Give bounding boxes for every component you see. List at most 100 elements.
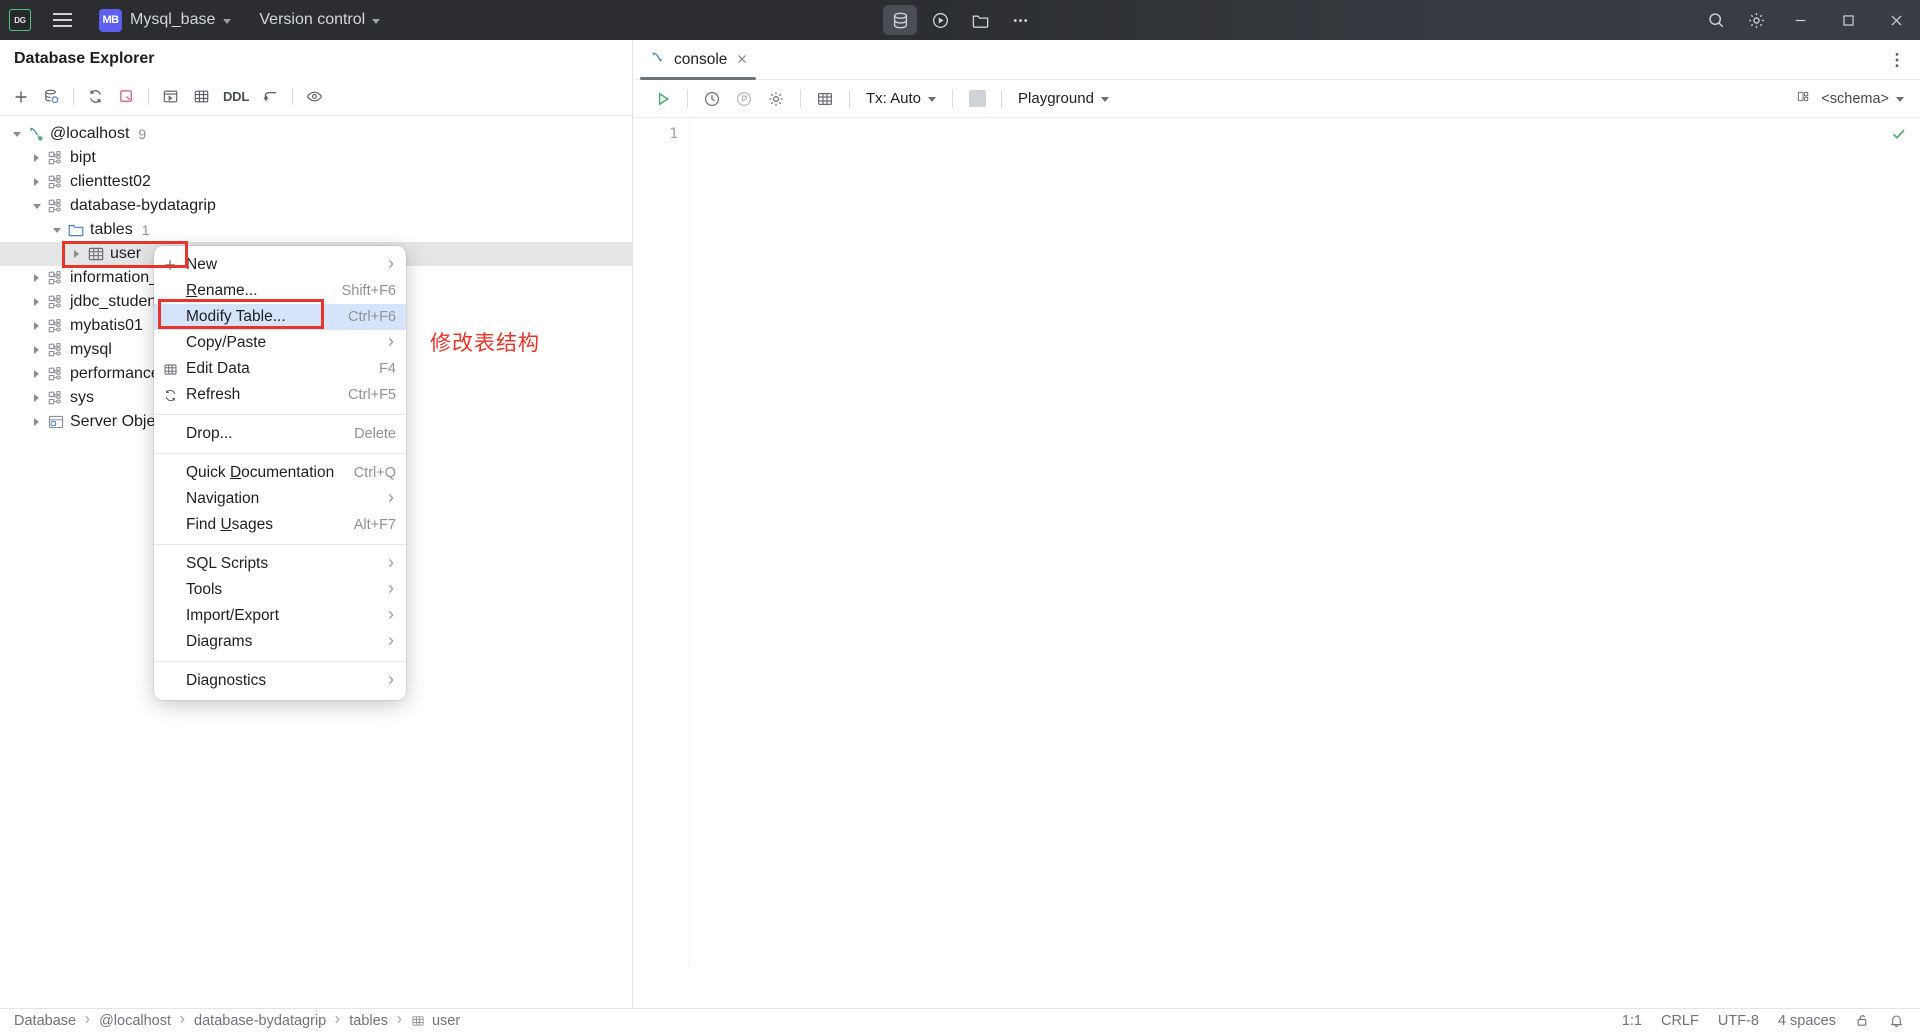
- line-separator[interactable]: CRLF: [1661, 1013, 1699, 1029]
- menu-item-new[interactable]: New: [154, 252, 406, 278]
- database-icon[interactable]: [883, 5, 917, 35]
- encoding[interactable]: UTF-8: [1718, 1013, 1759, 1029]
- schema-icon: [45, 341, 67, 359]
- menu-separator: [154, 414, 406, 415]
- line-number-gutter: 1: [634, 118, 690, 967]
- maximize-button[interactable]: [1824, 0, 1872, 40]
- expand-arrow-icon[interactable]: [28, 370, 45, 378]
- schema-icon: [45, 269, 67, 287]
- connection-icon: [25, 125, 47, 143]
- gear-icon[interactable]: [761, 84, 791, 114]
- schema-icon: [45, 365, 67, 383]
- tree-item-bipt[interactable]: bipt: [0, 146, 632, 170]
- menu-item-tools[interactable]: Tools: [154, 577, 406, 603]
- tree-item-label: jdbc_student: [70, 293, 161, 310]
- hamburger-menu-icon[interactable]: [47, 5, 77, 35]
- more-icon[interactable]: [1003, 5, 1037, 35]
- breadcrumb-item[interactable]: @localhost: [99, 1013, 171, 1029]
- parameters-icon[interactable]: [729, 84, 759, 114]
- breadcrumb-item[interactable]: database-bydatagrip: [194, 1013, 326, 1029]
- folder-icon[interactable]: [963, 5, 997, 35]
- schema-placeholder-label[interactable]: <schema>: [1821, 91, 1889, 107]
- refresh-button[interactable]: [81, 82, 110, 111]
- bell-icon[interactable]: [1889, 1013, 1904, 1028]
- close-button[interactable]: [1872, 0, 1920, 40]
- indent-setting[interactable]: 4 spaces: [1778, 1013, 1836, 1029]
- tree-item-tables[interactable]: tables 1: [0, 218, 632, 242]
- minimize-button[interactable]: [1776, 0, 1824, 40]
- chevron-down-icon: [1100, 97, 1109, 102]
- menu-item-edit-data[interactable]: Edit Data F4: [154, 356, 406, 382]
- menu-item-quick-documentation[interactable]: Quick Documentation Ctrl+Q: [154, 460, 406, 486]
- ok-check-icon[interactable]: [1891, 126, 1907, 147]
- tab-options-icon[interactable]: [1888, 51, 1906, 74]
- menu-item-diagrams[interactable]: Diagrams: [154, 629, 406, 655]
- run-triangle-icon[interactable]: [648, 84, 678, 114]
- expand-arrow-icon[interactable]: [28, 322, 45, 330]
- menu-item-import-export[interactable]: Import/Export: [154, 603, 406, 629]
- expand-arrow-icon[interactable]: [28, 418, 45, 426]
- jump-to-editor-button[interactable]: [256, 82, 285, 111]
- caret-position[interactable]: 1:1: [1622, 1013, 1642, 1029]
- unlocked-icon[interactable]: [1855, 1013, 1870, 1028]
- clock-icon[interactable]: [697, 84, 727, 114]
- code-content[interactable]: [690, 118, 1920, 967]
- expand-arrow-icon[interactable]: [28, 154, 45, 162]
- schema-selector[interactable]: Playground: [1011, 85, 1116, 113]
- run-icon[interactable]: [923, 5, 957, 35]
- expand-arrow-icon[interactable]: [28, 178, 45, 186]
- tree-item-label: tables: [90, 221, 133, 238]
- schema-icon: [45, 173, 67, 191]
- project-selector[interactable]: MB Mysql_base: [99, 8, 232, 32]
- tree-item-database-bydatagrip[interactable]: database-bydatagrip: [0, 194, 632, 218]
- ddl-button[interactable]: DDL: [218, 82, 254, 111]
- stop-refresh-button[interactable]: [112, 82, 141, 111]
- schema-picker-icon: [1797, 89, 1814, 108]
- menu-item-diagnostics[interactable]: Diagnostics: [154, 668, 406, 694]
- gear-icon[interactable]: [1736, 0, 1776, 40]
- tree-item-label: @localhost: [50, 125, 130, 142]
- expand-arrow-icon[interactable]: [28, 298, 45, 306]
- tree-item-clienttest02[interactable]: clienttest02: [0, 170, 632, 194]
- expand-arrow-icon[interactable]: [28, 346, 45, 354]
- breadcrumb-item[interactable]: tables: [349, 1013, 388, 1029]
- sync-datasource-button[interactable]: [37, 82, 66, 111]
- chevron-right-icon: [386, 257, 396, 273]
- edit-data-button[interactable]: [187, 82, 216, 111]
- close-icon[interactable]: [736, 52, 748, 69]
- expand-arrow-icon[interactable]: [68, 250, 85, 258]
- tree-item-localhost[interactable]: @localhost 9: [0, 122, 632, 146]
- menu-item-modify-table[interactable]: Modify Table... Ctrl+F6: [154, 304, 406, 330]
- logo-text: DG: [14, 15, 26, 25]
- breadcrumb: Database @localhost database-bydatagrip tab…: [0, 1013, 460, 1029]
- collapse-arrow-icon[interactable]: [8, 131, 25, 137]
- menu-item-drop[interactable]: Drop... Delete: [154, 421, 406, 447]
- collapse-arrow-icon[interactable]: [48, 227, 65, 233]
- menu-item-navigation[interactable]: Navigation: [154, 486, 406, 512]
- open-console-button[interactable]: [156, 82, 185, 111]
- version-control-selector[interactable]: Version control: [259, 11, 381, 29]
- menu-item-label: Rename...: [186, 282, 258, 299]
- menu-item-find-usages[interactable]: Find Usages Alt+F7: [154, 512, 406, 538]
- tab-console[interactable]: console: [634, 40, 762, 80]
- menu-item-copy-paste[interactable]: Copy/Paste: [154, 330, 406, 356]
- breadcrumb-item[interactable]: user: [432, 1013, 460, 1029]
- menu-item-label: New: [186, 256, 218, 273]
- code-editor[interactable]: 1: [634, 118, 1920, 967]
- toolbar-divider: [292, 88, 293, 105]
- breadcrumb-item[interactable]: Database: [14, 1013, 76, 1029]
- transaction-mode-selector[interactable]: Tx: Auto: [859, 85, 943, 113]
- chevron-right-icon: [386, 491, 396, 507]
- search-icon[interactable]: [1696, 0, 1736, 40]
- menu-item-refresh[interactable]: Refresh Ctrl+F5: [154, 382, 406, 408]
- expand-arrow-icon[interactable]: [28, 274, 45, 282]
- stop-square-icon[interactable]: [962, 84, 992, 114]
- toolbar-divider: [73, 88, 74, 105]
- menu-item-sql-scripts[interactable]: SQL Scripts: [154, 551, 406, 577]
- expand-arrow-icon[interactable]: [28, 394, 45, 402]
- table-grid-icon[interactable]: [810, 84, 840, 114]
- eye-icon[interactable]: [300, 82, 329, 111]
- menu-item-rename[interactable]: Rename... Shift+F6: [154, 278, 406, 304]
- add-datasource-button[interactable]: [6, 82, 35, 111]
- collapse-arrow-icon[interactable]: [28, 203, 45, 209]
